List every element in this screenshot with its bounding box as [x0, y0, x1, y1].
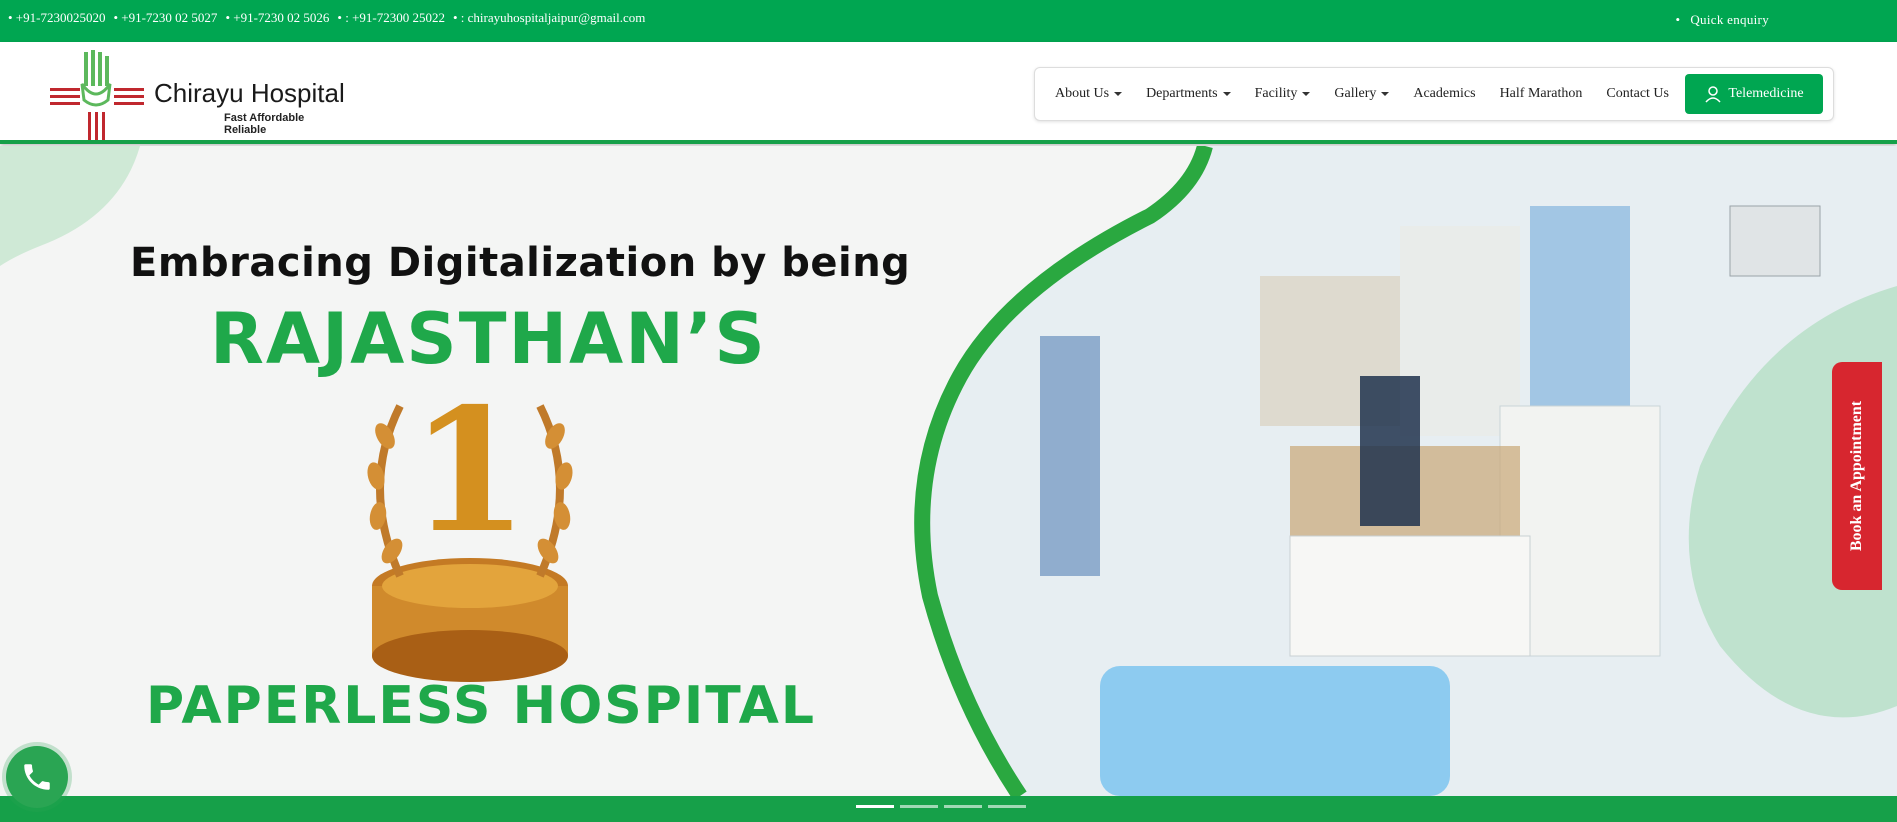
nav-half-marathon[interactable]: Half Marathon [1500, 86, 1583, 102]
contact-list: • +91-7230025020 • +91-7230 02 5027 • +9… [8, 10, 653, 26]
nav-departments[interactable]: Departments [1146, 86, 1231, 102]
nav-facility[interactable]: Facility [1255, 86, 1311, 102]
nav-label: Contact Us [1606, 86, 1669, 101]
phone-link-3[interactable]: • +91-7230 02 5026 [225, 10, 329, 26]
bullet-icon: • [1675, 12, 1681, 27]
nav-label: Facility [1254, 86, 1298, 101]
phone-link-1[interactable]: • +91-7230025020 [8, 10, 105, 26]
user-icon [1705, 86, 1721, 103]
caret-down-icon [1114, 91, 1123, 96]
telemedicine-button[interactable]: Telemedicine [1685, 74, 1823, 114]
call-button[interactable] [6, 746, 68, 808]
hero-banner: Embracing Digitalization by being RAJAST… [0, 146, 1897, 796]
award-number: 1 [410, 371, 529, 571]
caret-down-icon [1381, 91, 1390, 96]
hero-headline: Embracing Digitalization by being [130, 240, 911, 286]
hero-subheadline: PAPERLESS HOSPITAL [146, 676, 817, 736]
phone-icon [24, 764, 50, 790]
caret-down-icon [1222, 91, 1231, 96]
phone-link-2[interactable]: • +91-7230 02 5027 [113, 10, 217, 26]
quick-enquiry-link[interactable]: • Quick enquiry [1676, 12, 1770, 28]
telemedicine-label: Telemedicine [1728, 86, 1804, 101]
caret-down-icon [1302, 91, 1311, 96]
nav-gallery[interactable]: Gallery [1334, 86, 1390, 102]
nav-contact-us[interactable]: Contact Us [1606, 86, 1669, 102]
hero-bottom-strip [0, 796, 1897, 822]
main-navigation: About Us Departments Facility Gallery Ac… [1034, 67, 1834, 121]
nav-label: Gallery [1334, 86, 1377, 101]
quick-enquiry-label: Quick enquiry [1690, 12, 1769, 27]
nav-label: Departments [1146, 86, 1218, 101]
nav-label: Half Marathon [1499, 86, 1583, 101]
slide-indicator-4[interactable] [988, 805, 1026, 808]
email-link[interactable]: • : chirayuhospitaljaipur@gmail.com [453, 10, 645, 26]
hospital-logo[interactable]: Chirayu Hospital Fast Affordable Reliabl… [48, 50, 348, 142]
nav-label: About Us [1055, 86, 1110, 101]
slider-indicators [856, 805, 1026, 808]
hero-state-name: RAJASTHAN’S [210, 298, 767, 380]
nav-academics[interactable]: Academics [1413, 86, 1475, 102]
nav-label: Academics [1413, 86, 1476, 101]
brand-tagline: Fast Affordable Reliable [224, 112, 305, 136]
top-contact-bar: • +91-7230025020 • +91-7230 02 5027 • +9… [0, 0, 1897, 42]
site-header: Chirayu Hospital Fast Affordable Reliabl… [0, 42, 1897, 144]
nav-about-us[interactable]: About Us [1055, 86, 1123, 102]
book-appointment-label: Book an Appointment [1848, 400, 1865, 552]
phone-link-4[interactable]: • : +91-72300 25022 [337, 10, 445, 26]
book-appointment-tab[interactable]: Book an Appointment [1832, 362, 1882, 590]
slide-indicator-3[interactable] [944, 805, 982, 808]
hand-cross-logo-icon [50, 50, 144, 140]
slide-indicator-1[interactable] [856, 805, 894, 808]
brand-name: Chirayu Hospital [154, 78, 345, 108]
slide-indicator-2[interactable] [900, 805, 938, 808]
